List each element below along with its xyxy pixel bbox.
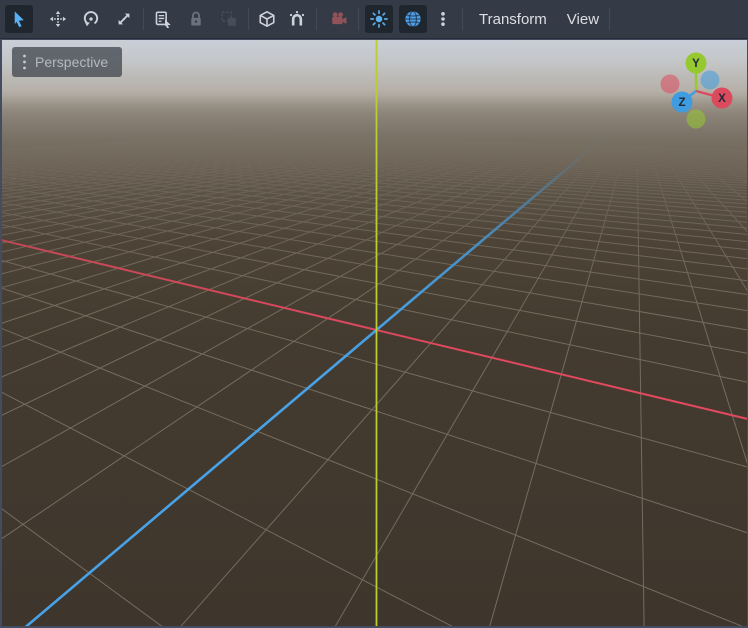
use-snap-button[interactable] [283,5,311,33]
rotate-icon [82,10,100,28]
scale-tool-button[interactable] [110,5,138,33]
toolbar-separator [143,8,144,30]
lock-selected-button[interactable] [182,5,210,33]
perspective-label: Perspective [35,54,108,70]
toolbar-separator [358,8,359,30]
kebab-icon [434,10,452,28]
kebab-icon [22,53,27,71]
list-select-icon [154,10,172,28]
gizmo-negative-z-ball[interactable] [701,71,720,90]
gizmo-z-label: Z [678,97,685,109]
toolbar-separator [609,8,610,30]
horizon-fog [2,92,747,359]
camera-icon [330,10,348,28]
preview-environment-button[interactable] [399,5,427,33]
magnet-icon [288,10,306,28]
transform-menu[interactable]: Transform [469,5,557,33]
move-arrows-icon [49,10,67,28]
toolbar-separator [316,8,317,30]
gizmo-y-label: Y [692,58,700,70]
preview-sunlight-button[interactable] [365,5,393,33]
cursor-arrow-icon [10,10,28,28]
perspective-menu-button[interactable]: Perspective [12,47,122,77]
scale-icon [115,10,133,28]
viewport-toolbar: Transform View [0,0,748,39]
scene-3d-render[interactable] [2,40,747,626]
lock-icon [187,10,205,28]
preview-options-kebab-button[interactable] [429,5,457,33]
view-menu[interactable]: View [557,5,609,33]
godot-3d-editor: Transform View Perspective Y X Z [0,0,748,628]
use-local-space-button[interactable] [253,5,281,33]
preview-camera-button[interactable] [325,5,353,33]
toolbar-separator [462,8,463,30]
view-orientation-gizmo[interactable]: Y X Z [648,48,738,134]
gizmo-negative-y-ball[interactable] [687,110,706,129]
move-tool-button[interactable] [44,5,72,33]
rotate-tool-button[interactable] [77,5,105,33]
list-select-tool-button[interactable] [149,5,177,33]
gizmo-x-label: X [718,93,726,105]
cube-icon [258,10,276,28]
group-selected-button[interactable] [215,5,243,33]
toolbar-separator [248,8,249,30]
gizmo-negative-x-ball[interactable] [661,75,680,94]
globe-icon [404,10,422,28]
sun-icon [370,10,388,28]
3d-viewport[interactable]: Perspective Y X Z [2,40,747,626]
group-icon [220,10,238,28]
select-tool-button[interactable] [5,5,33,33]
